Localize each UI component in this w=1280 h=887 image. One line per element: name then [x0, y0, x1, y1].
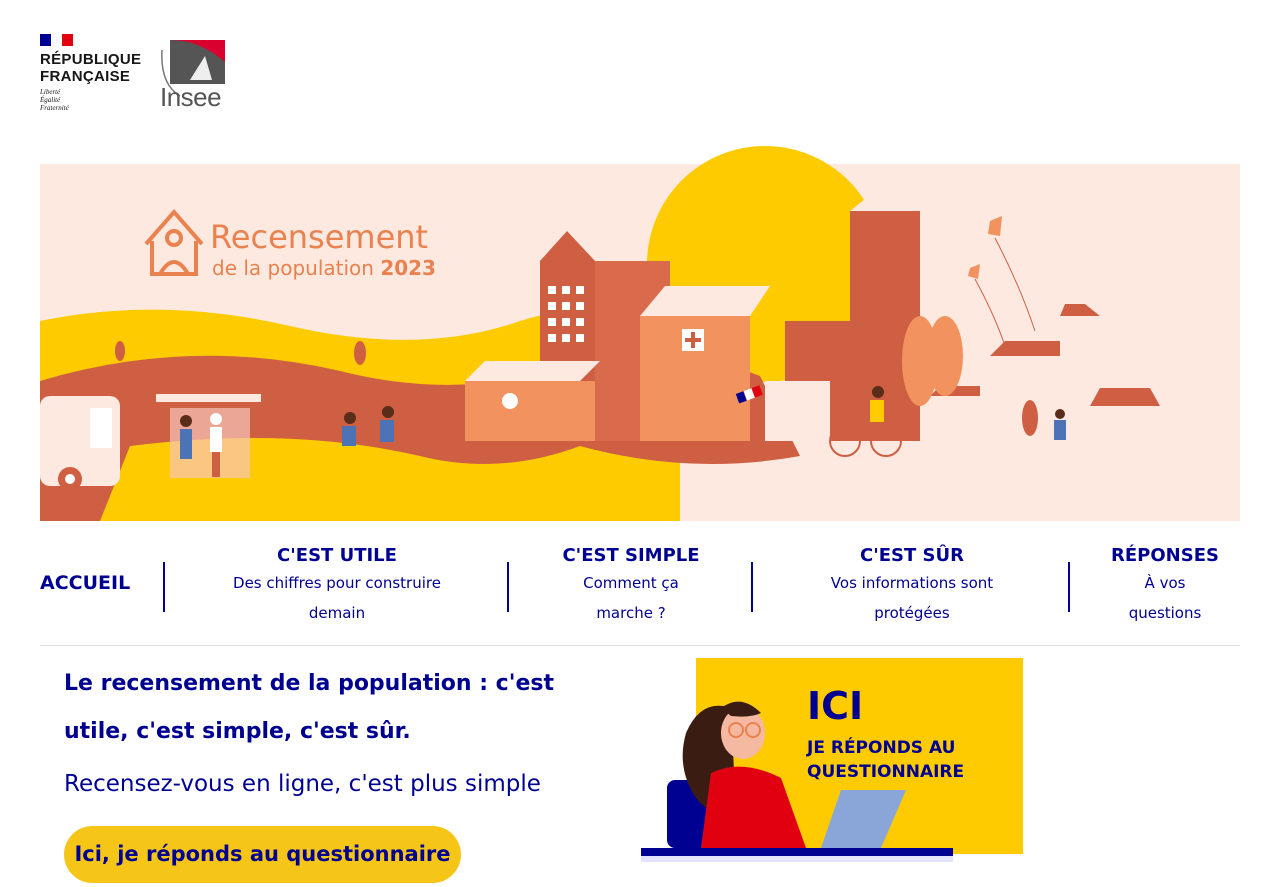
nav-item-title: C'EST UTILE [277, 545, 397, 566]
page-lead-heading: Le recensement de la population : c'est … [64, 671, 554, 744]
promo-text: JE RÉPONDS AU QUESTIONNAIRE [807, 736, 964, 784]
nav-item-subtitle: À vos questions [1128, 574, 1202, 622]
promo-line-1: JE RÉPONDS AU [807, 738, 956, 758]
promo-ici: ICI [807, 684, 864, 728]
nav-separator [163, 562, 165, 612]
french-flag-icon [40, 34, 73, 46]
banner-illustration [40, 146, 1240, 521]
nav-separator [751, 562, 753, 612]
motto-egalite: Égalité [40, 96, 61, 104]
nav-item-subtitle: Comment ça marche ? [583, 574, 679, 622]
questionnaire-promo-tile[interactable]: ICI JE RÉPONDS AU QUESTIONNAIRE [641, 658, 1023, 863]
banner-subtitle-text: de la population [212, 256, 374, 280]
nav-item-simple[interactable]: C'EST SIMPLE Comment ça marche ? [540, 544, 722, 628]
page-subheading: Recensez-vous en ligne, c'est plus simpl… [64, 771, 541, 797]
main-navigation: ACCUEIL C'EST UTILE Des chiffres pour co… [40, 540, 1240, 646]
nav-item-title: RÉPONSES [1111, 545, 1219, 566]
site-header: RÉPUBLIQUE FRANÇAISE Liberté Égalité Fra… [40, 34, 340, 114]
nav-item-sur[interactable]: C'EST SÛR Vos informations sont protégée… [810, 544, 1014, 628]
banner-title: Recensement [210, 218, 429, 256]
republique-francaise-logo[interactable]: RÉPUBLIQUE FRANÇAISE [40, 51, 141, 85]
nav-item-title: C'EST SIMPLE [562, 545, 700, 566]
nav-item-subtitle: Vos informations sont protégées [830, 574, 994, 622]
banner-subtitle: de la population 2023 [212, 256, 436, 280]
nav-separator [507, 562, 509, 612]
promo-line-2: QUESTIONNAIRE [807, 762, 965, 782]
nav-item-subtitle: Des chiffres pour construire demain [233, 574, 441, 622]
census-banner: Recensement de la population 2023 [40, 146, 1240, 521]
nav-separator [1068, 562, 1070, 612]
nav-home-link[interactable]: ACCUEIL [40, 572, 130, 594]
nav-item-title: C'EST SÛR [860, 545, 964, 566]
answer-questionnaire-button[interactable]: Ici, je réponds au questionnaire [64, 826, 461, 883]
republic-line-1: RÉPUBLIQUE [40, 51, 142, 68]
motto-fraternite: Fraternité [40, 104, 69, 112]
motto-liberte: Liberté [40, 88, 61, 96]
insee-wordmark: Insee [160, 82, 222, 112]
nav-item-utile[interactable]: C'EST UTILE Des chiffres pour construire… [220, 544, 454, 628]
nav-item-reponses[interactable]: RÉPONSES À vos questions [1106, 544, 1224, 628]
republic-line-2: FRANÇAISE [40, 68, 131, 85]
republic-motto: Liberté Égalité Fraternité [40, 88, 69, 112]
banner-subtitle-year: 2023 [380, 256, 436, 280]
